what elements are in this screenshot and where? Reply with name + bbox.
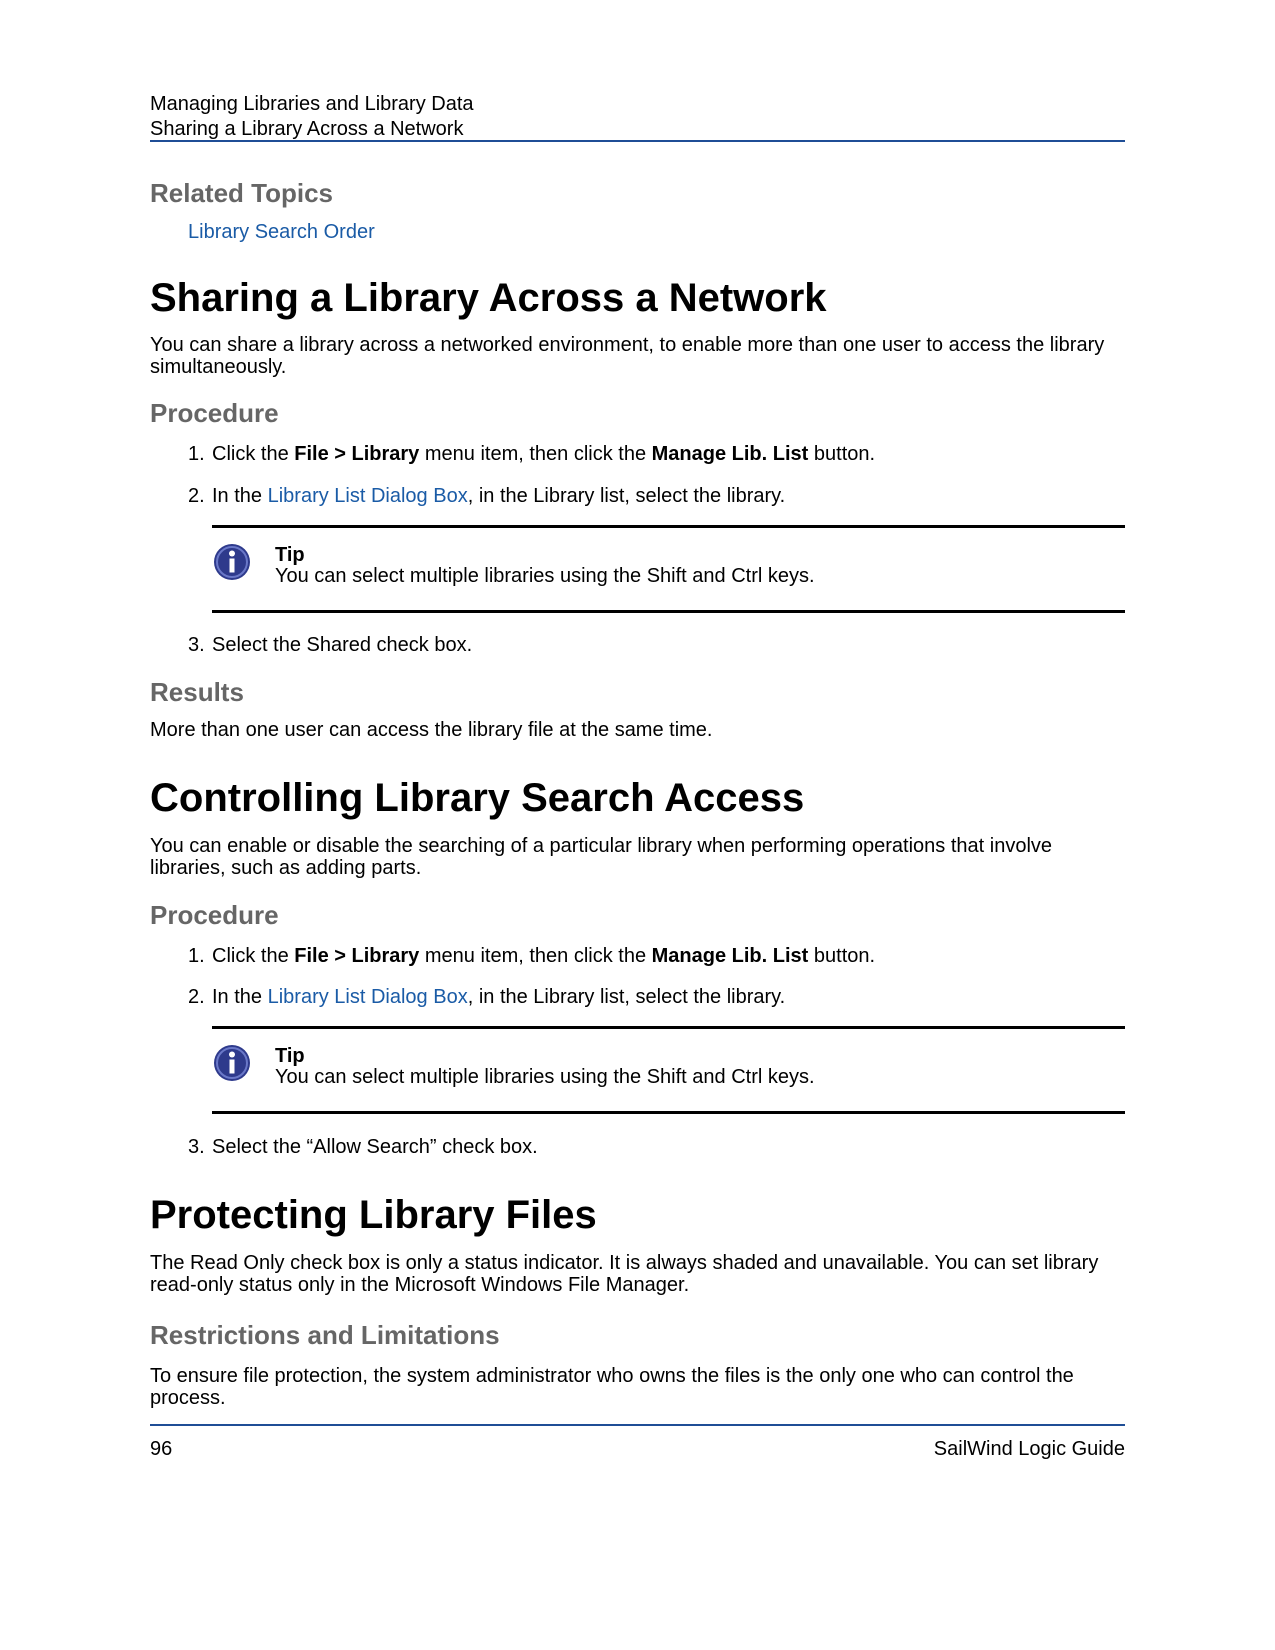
procedure-heading-search-access: Procedure (150, 900, 279, 930)
related-topics-heading: Related Topics (150, 178, 334, 208)
procedure-step-1: 1. Click the File > Library menu item, th… (188, 443, 876, 465)
tip-bottom-rule (212, 1111, 1125, 1114)
menu-path: File > Library (294, 443, 420, 465)
info-icon (214, 1045, 250, 1081)
running-header-section: Sharing a Library Across a Network (150, 118, 464, 140)
tip-top-rule (212, 525, 1125, 528)
page-number: 96 (150, 1438, 173, 1460)
procedure-step-2: 2. In the Library List Dialog Box, in the… (188, 986, 786, 1008)
running-header: Managing Libraries and Library Data Shar… (150, 92, 474, 142)
tip-label: Tip (275, 1045, 305, 1067)
section-intro-protecting: The Read Only check box is only a status… (150, 1252, 1099, 1296)
info-icon (214, 544, 250, 580)
header-rule (150, 140, 1125, 142)
tip-bottom-rule (212, 610, 1125, 613)
restrictions-heading: Restrictions and Limitations (150, 1320, 500, 1350)
section-intro-sharing: You can share a library across a network… (150, 334, 1105, 378)
document-page: Managing Libraries and Library Data Shar… (150, 0, 1125, 1650)
running-header-chapter: Managing Libraries and Library Data (150, 93, 474, 115)
tip-text: You can select multiple libraries using … (275, 565, 815, 587)
button-name: Manage Lib. List (651, 945, 809, 967)
related-topic-link[interactable]: Library Search Order (188, 220, 375, 244)
library-list-dialog-link[interactable]: Library List Dialog Box (268, 986, 468, 1008)
results-text: More than one user can access the librar… (150, 719, 713, 741)
section-title-search-access: Controlling Library Search Access (150, 776, 805, 820)
tip-top-rule (212, 1026, 1125, 1029)
guide-title: SailWind Logic Guide (933, 1438, 1125, 1460)
library-list-dialog-link[interactable]: Library List Dialog Box (268, 485, 468, 507)
section-title-sharing: Sharing a Library Across a Network (150, 276, 827, 320)
section-title-protecting: Protecting Library Files (150, 1193, 597, 1237)
results-heading: Results (150, 677, 244, 707)
procedure-step-3: 3. Select the “Allow Search” check box. (188, 1136, 538, 1158)
restrictions-text: To ensure file protection, the system ad… (150, 1365, 1074, 1409)
procedure-step-1: 1. Click the File > Library menu item, th… (188, 945, 876, 967)
menu-path: File > Library (294, 945, 420, 967)
tip-text: You can select multiple libraries using … (275, 1066, 815, 1088)
button-name: Manage Lib. List (651, 443, 809, 465)
procedure-heading-sharing: Procedure (150, 398, 279, 428)
procedure-step-2: 2. In the Library List Dialog Box, in the… (188, 485, 786, 507)
footer-rule (150, 1424, 1125, 1426)
procedure-step-3: 3. Select the Shared check box. (188, 634, 473, 656)
section-intro-search-access: You can enable or disable the searching … (150, 835, 1053, 879)
tip-label: Tip (275, 544, 305, 566)
